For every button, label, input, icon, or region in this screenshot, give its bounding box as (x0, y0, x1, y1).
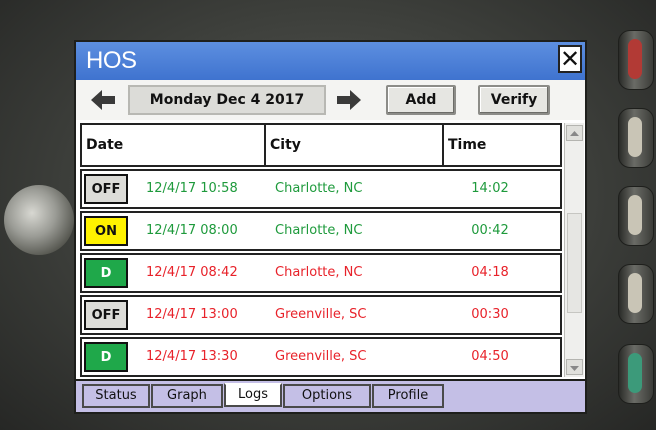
tab-graph[interactable]: Graph (151, 384, 223, 408)
hardware-button-2[interactable] (618, 186, 654, 246)
hardware-button-1[interactable] (618, 108, 654, 168)
log-city: Charlotte, NC (275, 223, 363, 238)
log-datetime: 12/4/17 10:58 (146, 181, 238, 196)
arrow-right-icon[interactable] (336, 89, 362, 111)
log-datetime: 12/4/17 13:00 (146, 307, 238, 322)
status-badge: OFF (84, 174, 128, 204)
log-duration: 00:30 (471, 307, 509, 322)
arrow-left-icon[interactable] (90, 89, 116, 111)
status-badge: OFF (84, 300, 128, 330)
scroll-thumb[interactable] (567, 213, 582, 313)
log-city: Charlotte, NC (275, 181, 363, 196)
log-row[interactable]: ON 12/4/17 08:00 Charlotte, NC 00:42 (80, 211, 562, 251)
close-icon: ✕ (560, 45, 581, 73)
log-datetime: 12/4/17 08:42 (146, 265, 238, 280)
column-header-date[interactable]: Date (82, 125, 264, 165)
tab-status[interactable]: Status (82, 384, 150, 408)
log-datetime: 12/4/17 13:30 (146, 349, 238, 364)
current-date: Monday Dec 4 2017 (128, 85, 326, 115)
device-housing: HOS ✕ Monday Dec 4 2017 Add Verify Date … (0, 0, 656, 430)
hardware-button-red[interactable] (618, 30, 654, 90)
table-header: Date City Time (80, 123, 562, 167)
tab-bar: Status Graph Logs Options Profile (76, 379, 585, 412)
status-badge: D (84, 342, 128, 372)
verify-button[interactable]: Verify (478, 85, 550, 115)
chevron-down-icon (570, 366, 579, 371)
log-duration: 00:42 (471, 223, 509, 238)
navigation-knob[interactable] (4, 185, 74, 255)
log-duration: 14:02 (471, 181, 509, 196)
close-button[interactable]: ✕ (558, 45, 582, 73)
log-row[interactable]: OFF 12/4/17 10:58 Charlotte, NC 14:02 (80, 169, 562, 209)
tab-logs[interactable]: Logs (224, 383, 282, 407)
vertical-scrollbar[interactable] (564, 123, 584, 377)
log-city: Greenville, SC (275, 307, 367, 322)
log-list: OFF 12/4/17 10:58 Charlotte, NC 14:02 ON… (80, 169, 562, 377)
log-city: Charlotte, NC (275, 265, 363, 280)
scroll-up-button[interactable] (566, 125, 583, 141)
log-row[interactable]: D 12/4/17 13:30 Greenville, SC 04:50 (80, 337, 562, 377)
log-duration: 04:50 (471, 349, 509, 364)
hardware-button-3[interactable] (618, 264, 654, 324)
status-badge: ON (84, 216, 128, 246)
column-header-time[interactable]: Time (442, 125, 560, 165)
scroll-down-button[interactable] (566, 359, 583, 375)
date-navigation: Monday Dec 4 2017 Add Verify (76, 80, 585, 120)
log-row[interactable]: D 12/4/17 08:42 Charlotte, NC 04:18 (80, 253, 562, 293)
hardware-button-green[interactable] (618, 344, 654, 404)
title-bar: HOS ✕ (76, 42, 585, 80)
log-datetime: 12/4/17 08:00 (146, 223, 238, 238)
add-button[interactable]: Add (386, 85, 456, 115)
log-duration: 04:18 (471, 265, 509, 280)
window-title: HOS (86, 47, 137, 74)
device-screen: HOS ✕ Monday Dec 4 2017 Add Verify Date … (74, 40, 587, 414)
tab-options[interactable]: Options (283, 384, 371, 408)
log-city: Greenville, SC (275, 349, 367, 364)
tab-profile[interactable]: Profile (372, 384, 444, 408)
chevron-up-icon (570, 131, 579, 136)
log-row[interactable]: OFF 12/4/17 13:00 Greenville, SC 00:30 (80, 295, 562, 335)
column-header-city[interactable]: City (264, 125, 442, 165)
status-badge: D (84, 258, 128, 288)
